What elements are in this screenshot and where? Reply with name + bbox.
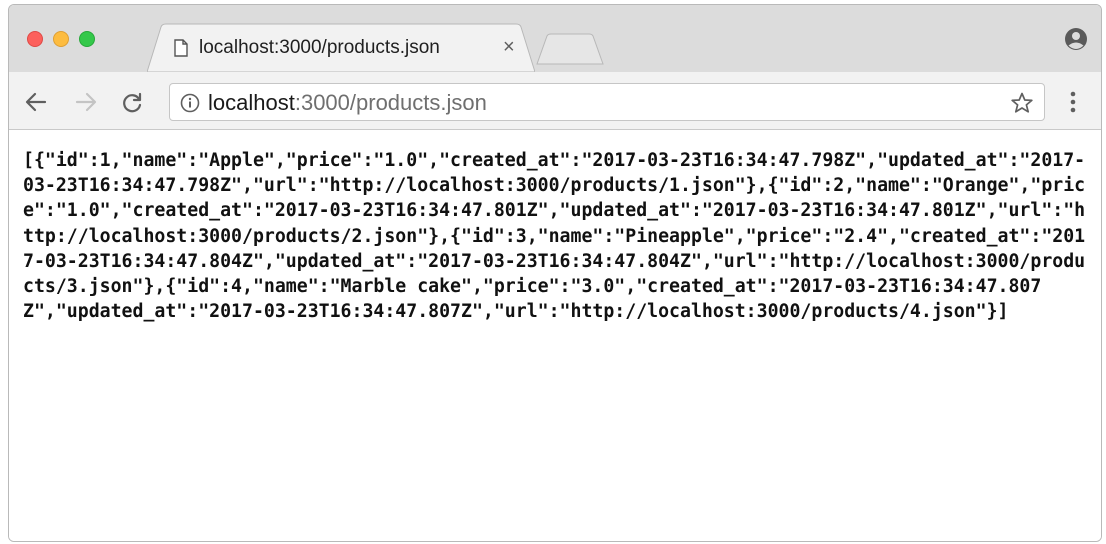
minimize-window-button[interactable]: [53, 31, 69, 47]
json-response: [{"id":1,"name":"Apple","price":"1.0","c…: [23, 150, 1086, 323]
browser-tab[interactable]: localhost:3000/products.json ×: [147, 23, 535, 73]
close-window-button[interactable]: [27, 31, 43, 47]
url-path: :3000/products.json: [294, 90, 487, 115]
arrow-left-icon[interactable]: [25, 92, 47, 117]
maximize-window-button[interactable]: [79, 31, 95, 47]
reload-icon[interactable]: [121, 92, 143, 119]
page-icon: [174, 39, 188, 62]
url-text: localhost:3000/products.json: [208, 90, 487, 116]
browser-window: localhost:3000/products.json × localhost…: [8, 4, 1102, 542]
page-content: [{"id":1,"name":"Apple","price":"1.0","c…: [9, 130, 1101, 541]
window-controls: [27, 31, 95, 47]
info-icon[interactable]: [180, 93, 200, 118]
tab-title: localhost:3000/products.json: [199, 37, 440, 58]
star-icon[interactable]: [1010, 91, 1034, 120]
url-host: localhost: [208, 90, 295, 115]
arrow-right-icon[interactable]: [75, 92, 97, 117]
profile-icon[interactable]: [1064, 27, 1088, 56]
toolbar: localhost:3000/products.json: [9, 72, 1101, 130]
new-tab-button[interactable]: [536, 33, 604, 65]
tab-close-button[interactable]: ×: [503, 37, 515, 57]
kebab-menu-icon[interactable]: [1069, 90, 1077, 119]
address-bar[interactable]: localhost:3000/products.json: [169, 83, 1045, 121]
title-bar: localhost:3000/products.json ×: [9, 5, 1101, 73]
